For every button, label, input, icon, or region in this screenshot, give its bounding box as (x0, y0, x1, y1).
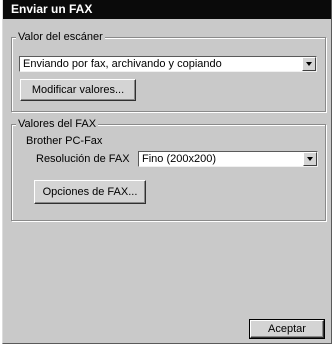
scan-mode-value: Enviando por fax, archivando y copiando (23, 58, 222, 70)
chevron-down-icon[interactable] (303, 152, 317, 166)
fax-options-button[interactable]: Opciones de FAX... (34, 180, 146, 204)
scan-mode-select[interactable]: Enviando por fax, archivando y copiando (19, 56, 317, 72)
fax-resolution-label: Resolución de FAX (36, 153, 130, 165)
scanner-settings-group: Valor del escáner Enviando por fax, arch… (11, 30, 326, 112)
fax-settings-legend: Valores del FAX (16, 117, 99, 131)
fax-settings-group: Valores del FAX Brother PC-Fax Resolució… (11, 117, 326, 221)
chevron-down-icon[interactable] (302, 57, 316, 71)
send-fax-dialog: Enviar un FAX Valor del escáner Enviando… (2, 0, 332, 344)
fax-resolution-value: Fino (200x200) (142, 153, 216, 165)
modify-settings-button[interactable]: Modificar valores... (20, 79, 136, 101)
fax-resolution-select[interactable]: Fino (200x200) (138, 151, 318, 167)
window-title: Enviar un FAX (3, 0, 331, 19)
scanner-settings-legend: Valor del escáner (16, 30, 105, 44)
fax-device-name: Brother PC-Fax (26, 135, 103, 147)
accept-button[interactable]: Aceptar (249, 319, 325, 339)
